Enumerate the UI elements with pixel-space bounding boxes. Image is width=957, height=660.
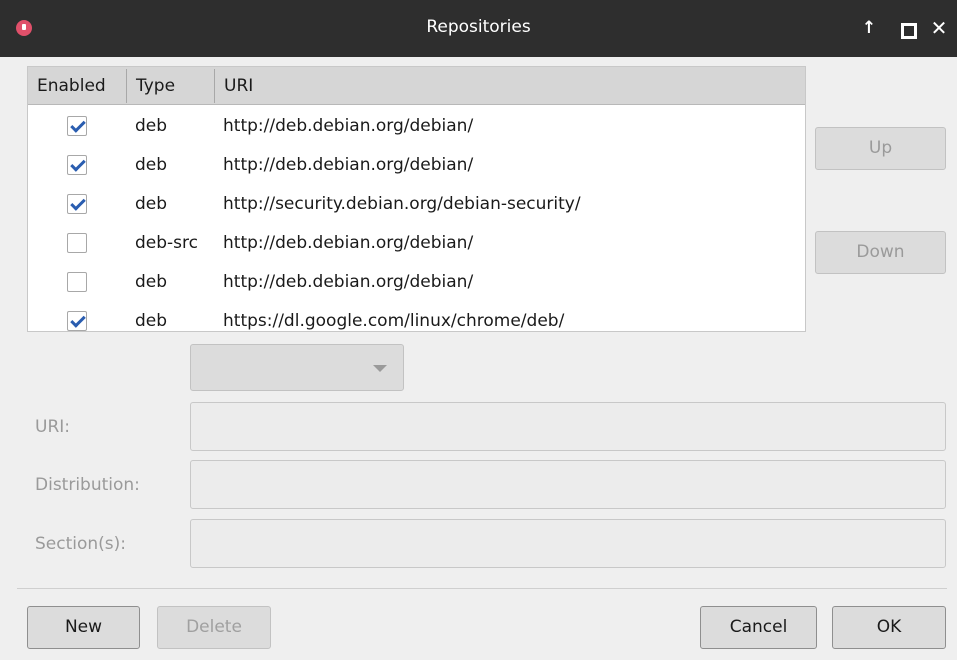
- uri-cell: http://security.debian.org/debian-securi…: [223, 194, 581, 214]
- header-enabled[interactable]: Enabled: [37, 67, 106, 105]
- enabled-checkbox[interactable]: [67, 311, 87, 331]
- new-button[interactable]: New: [27, 606, 140, 649]
- enabled-checkbox[interactable]: [67, 233, 87, 253]
- footer-divider: [17, 588, 947, 589]
- move-up-button[interactable]: Up: [815, 127, 946, 170]
- header-divider: [126, 69, 127, 103]
- distribution-label: Distribution:: [35, 475, 140, 495]
- enabled-checkbox[interactable]: [67, 272, 87, 292]
- uri-cell: http://deb.debian.org/debian/: [223, 272, 474, 292]
- close-button[interactable]: ✕: [926, 14, 952, 42]
- keep-above-button[interactable]: ↑: [856, 14, 882, 42]
- maximize-button[interactable]: [893, 14, 919, 42]
- header-type[interactable]: Type: [136, 67, 175, 105]
- uri-field[interactable]: [190, 402, 946, 451]
- type-cell: deb: [135, 116, 168, 136]
- type-cell: deb-src: [135, 233, 198, 253]
- delete-button[interactable]: Delete: [157, 606, 271, 649]
- window-title: Repositories: [426, 17, 531, 37]
- type-cell: deb: [135, 272, 168, 292]
- sections-field[interactable]: [190, 519, 946, 568]
- enabled-checkbox[interactable]: [67, 155, 87, 175]
- distribution-field[interactable]: [190, 460, 946, 509]
- table-row[interactable]: deb-src http://deb.debian.org/debian/: [28, 224, 805, 263]
- type-combobox[interactable]: [190, 344, 404, 391]
- cancel-button[interactable]: Cancel: [700, 606, 817, 649]
- table-row[interactable]: deb https://dl.google.com/linux/chrome/d…: [28, 302, 805, 331]
- sections-label: Section(s):: [35, 534, 127, 554]
- table-row[interactable]: deb http://deb.debian.org/debian/: [28, 107, 805, 146]
- table-row[interactable]: deb http://deb.debian.org/debian/: [28, 263, 805, 302]
- uri-cell: http://deb.debian.org/debian/: [223, 116, 474, 136]
- uri-cell: http://deb.debian.org/debian/: [223, 155, 474, 175]
- enabled-checkbox[interactable]: [67, 194, 87, 214]
- table-row[interactable]: deb http://deb.debian.org/debian/: [28, 146, 805, 185]
- type-cell: deb: [135, 155, 168, 175]
- ok-button[interactable]: OK: [832, 606, 946, 649]
- type-cell: deb: [135, 194, 168, 214]
- repository-list[interactable]: Enabled Type URI deb http://deb.debian.o…: [27, 66, 806, 332]
- uri-label: URI:: [35, 417, 70, 437]
- header-divider: [214, 69, 215, 103]
- uri-cell: https://dl.google.com/linux/chrome/deb/: [223, 311, 565, 331]
- title-bar: Repositories ↑ ✕: [0, 0, 957, 57]
- chevron-down-icon: [373, 365, 387, 372]
- type-cell: deb: [135, 311, 168, 331]
- header-uri[interactable]: URI: [224, 67, 253, 105]
- list-header: Enabled Type URI: [28, 67, 805, 105]
- move-down-button[interactable]: Down: [815, 231, 946, 274]
- enabled-checkbox[interactable]: [67, 116, 87, 136]
- uri-cell: http://deb.debian.org/debian/: [223, 233, 474, 253]
- table-row[interactable]: deb http://security.debian.org/debian-se…: [28, 185, 805, 224]
